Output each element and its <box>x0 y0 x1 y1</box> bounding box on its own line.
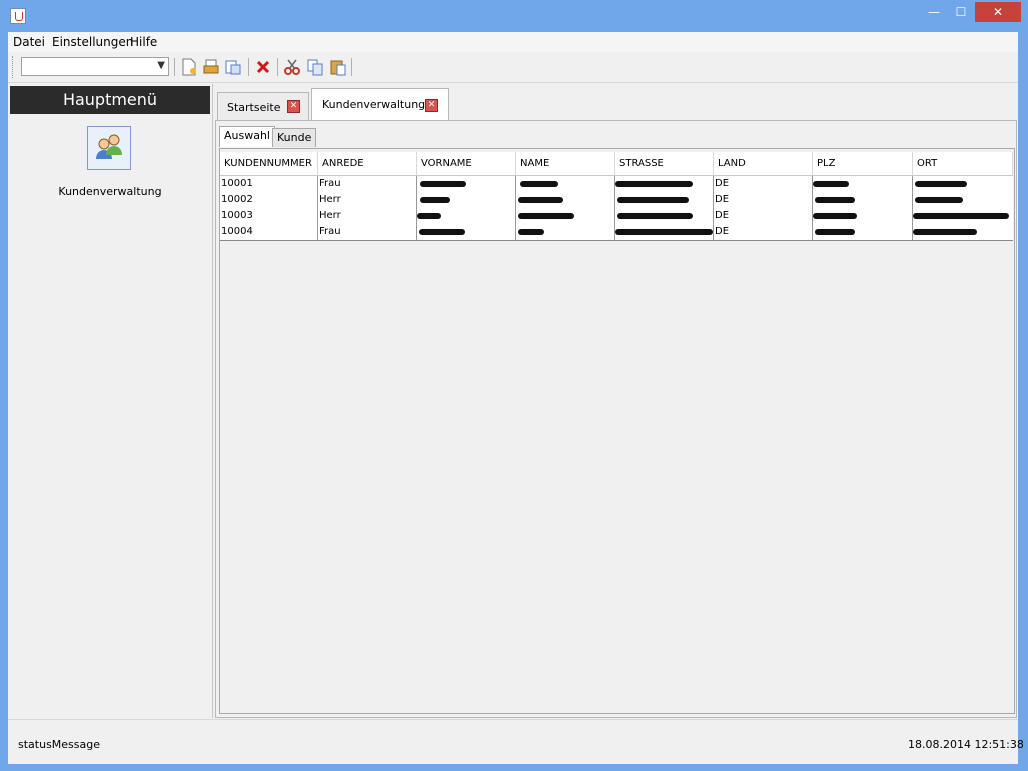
column-header-vorname[interactable]: VORNAME <box>417 152 516 175</box>
maximize-button[interactable]: ☐ <box>948 2 974 22</box>
cell-ort-redacted <box>913 208 1013 224</box>
tab-kundenverwaltung[interactable]: Kundenverwaltung ✕ <box>311 88 449 120</box>
cell-land: DE <box>714 224 813 240</box>
cell-anrede: Frau <box>318 224 417 240</box>
cell-ort-redacted <box>913 192 1013 208</box>
cell-anrede: Herr <box>318 192 417 208</box>
tab-label: Startseite <box>227 101 281 114</box>
menu-einstellungen[interactable]: Einstellungen <box>52 35 133 49</box>
tab-startseite[interactable]: Startseite ✕ <box>217 92 309 120</box>
cell-kundennummer: 10003 <box>220 208 318 224</box>
cell-name-redacted <box>516 224 615 240</box>
cell-anrede: Frau <box>318 176 417 192</box>
toolbar-grip[interactable] <box>12 56 16 78</box>
column-header-kundennummer[interactable]: KUNDENNUMMER <box>220 152 318 175</box>
cell-vorname-redacted <box>417 224 516 240</box>
cell-plz-redacted <box>813 192 913 208</box>
toolbar-separator <box>174 58 175 76</box>
menu-datei[interactable]: Datei <box>13 35 45 49</box>
tab-close-icon[interactable]: ✕ <box>287 100 300 113</box>
status-datetime: 18.08.2014 12:51:38 <box>908 738 1024 751</box>
menu-hilfe[interactable]: Hilfe <box>130 35 157 49</box>
subtab-kunde[interactable]: Kunde <box>272 128 317 147</box>
menu-bar: Datei Einstellungen Hilfe <box>8 32 1018 52</box>
cell-strasse-redacted <box>615 176 714 192</box>
subtab-auswahl[interactable]: Auswahl <box>219 126 275 147</box>
cell-name-redacted <box>516 176 615 192</box>
close-window-button[interactable]: ✕ <box>975 2 1021 22</box>
cell-vorname-redacted <box>417 208 516 224</box>
table-header: KUNDENNUMMER ANREDE VORNAME NAME STRASSE… <box>220 152 1013 176</box>
sidebar-title: Hauptmenü <box>10 86 210 114</box>
cell-anrede: Herr <box>318 208 417 224</box>
cell-land: DE <box>714 208 813 224</box>
table-row[interactable]: 10003 Herr DE <box>220 208 1013 225</box>
table-row[interactable]: 10004 Frau DE <box>220 224 1013 241</box>
toolbar-separator <box>351 58 352 76</box>
users-icon <box>96 134 122 159</box>
cell-ort-redacted <box>913 176 1013 192</box>
kundenverwaltung-button[interactable] <box>87 126 131 170</box>
column-header-ort[interactable]: ORT <box>913 152 1013 175</box>
cell-kundennummer: 10004 <box>220 224 318 240</box>
cell-plz-redacted <box>813 224 913 240</box>
cell-ort-redacted <box>913 224 1013 240</box>
column-header-anrede[interactable]: ANREDE <box>318 152 417 175</box>
column-header-strasse[interactable]: STRASSE <box>615 152 714 175</box>
new-document-icon[interactable] <box>180 58 198 76</box>
cell-plz-redacted <box>813 208 913 224</box>
chevron-down-icon: ▼ <box>157 60 165 71</box>
cell-name-redacted <box>516 208 615 224</box>
cell-vorname-redacted <box>417 176 516 192</box>
kundenverwaltung-label: Kundenverwaltung <box>58 185 162 198</box>
status-bar <box>8 719 1018 764</box>
print-icon[interactable] <box>202 58 220 76</box>
status-message: statusMessage <box>18 738 101 751</box>
copy-icon[interactable] <box>306 58 324 76</box>
column-header-name[interactable]: NAME <box>516 152 615 175</box>
cell-land: DE <box>714 192 813 208</box>
paste-icon[interactable] <box>329 58 347 76</box>
cell-kundennummer: 10002 <box>220 192 318 208</box>
tab-label: Kundenverwaltung <box>322 98 426 111</box>
toolbar-separator <box>277 58 278 76</box>
table-row[interactable]: 10001 Frau DE <box>220 176 1013 193</box>
cell-strasse-redacted <box>615 224 714 240</box>
cell-strasse-redacted <box>615 208 714 224</box>
java-app-icon <box>10 8 26 24</box>
toolbar-separator <box>248 58 249 76</box>
cell-kundennummer: 10001 <box>220 176 318 192</box>
tab-close-icon[interactable]: ✕ <box>425 99 438 112</box>
minimize-button[interactable]: — <box>921 2 947 22</box>
cell-land: DE <box>714 176 813 192</box>
column-header-land[interactable]: LAND <box>714 152 813 175</box>
toolbar-combobox[interactable]: ▼ <box>21 57 169 76</box>
print-preview-icon[interactable] <box>224 58 242 76</box>
table-row[interactable]: 10002 Herr DE <box>220 192 1013 209</box>
cell-plz-redacted <box>813 176 913 192</box>
delete-icon[interactable] <box>254 58 272 76</box>
column-header-plz[interactable]: PLZ <box>813 152 913 175</box>
title-bar <box>0 0 1028 32</box>
cell-vorname-redacted <box>417 192 516 208</box>
sidebar <box>8 84 213 718</box>
cut-icon[interactable] <box>283 58 301 76</box>
cell-strasse-redacted <box>615 192 714 208</box>
cell-name-redacted <box>516 192 615 208</box>
